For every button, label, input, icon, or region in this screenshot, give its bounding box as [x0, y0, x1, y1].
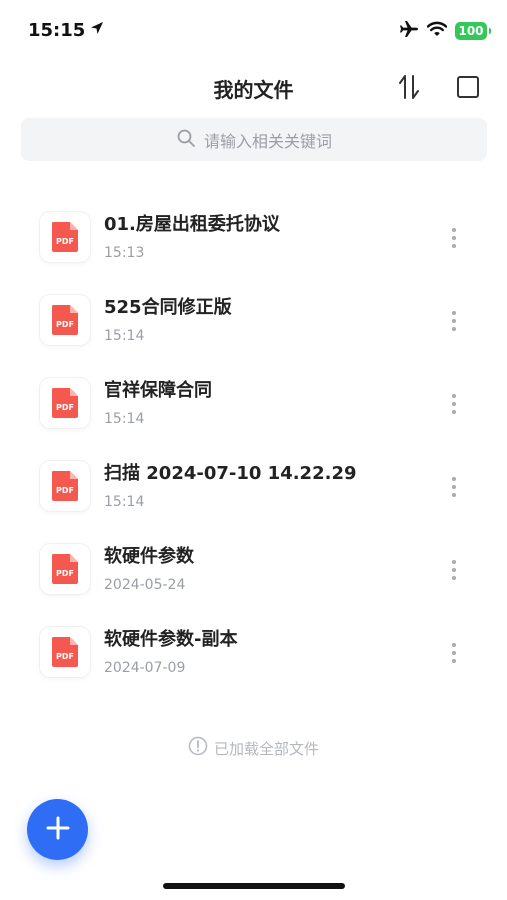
pdf-icon-label: PDF: [56, 320, 74, 329]
pdf-icon-label: PDF: [56, 237, 74, 246]
more-vertical-icon[interactable]: [446, 558, 462, 582]
search-input[interactable]: 请输入相关关键词: [21, 118, 487, 161]
pdf-icon-label: PDF: [56, 403, 74, 412]
search-placeholder: 请输入相关关键词: [203, 131, 332, 151]
pdf-icon-label: PDF: [56, 569, 74, 578]
select-icon[interactable]: [455, 74, 481, 100]
file-list-item[interactable]: PDF 525合同修正版 15:14: [0, 273, 507, 356]
footer-note-text: 已加载全部文件: [213, 739, 319, 758]
home-indicator[interactable]: [163, 883, 345, 889]
wifi-icon: [426, 21, 448, 41]
file-list-item[interactable]: PDF 软硬件参数-副本 2024-07-09: [0, 605, 507, 688]
pdf-icon-label: PDF: [56, 486, 74, 495]
file-time: 15:14: [104, 411, 145, 427]
more-vertical-icon[interactable]: [446, 226, 462, 250]
pdf-icon: PDF: [40, 544, 90, 594]
info-icon: [188, 736, 208, 760]
file-name: 软硬件参数: [104, 546, 194, 567]
pdf-icon: PDF: [40, 627, 90, 677]
file-time: 2024-07-09: [104, 660, 186, 676]
more-vertical-icon[interactable]: [446, 392, 462, 416]
file-list-item[interactable]: PDF 官祥保障合同 15:14: [0, 356, 507, 439]
status-indicators: 100: [399, 20, 491, 42]
status-bar: 15:15 100: [0, 0, 507, 60]
pdf-icon: PDF: [40, 378, 90, 428]
file-time: 15:13: [104, 245, 145, 261]
file-time: 15:14: [104, 494, 145, 510]
file-name: 官祥保障合同: [104, 380, 212, 401]
battery-indicator: 100: [455, 22, 491, 40]
file-name: 525合同修正版: [104, 297, 232, 318]
file-list-item[interactable]: PDF 扫描 2024-07-10 14.22.29 15:14: [0, 439, 507, 522]
location-arrow-icon: [89, 20, 105, 41]
more-vertical-icon[interactable]: [446, 309, 462, 333]
file-name: 01.房屋出租委托协议: [104, 214, 280, 235]
more-vertical-icon[interactable]: [446, 475, 462, 499]
file-name: 扫描 2024-07-10 14.22.29: [104, 463, 357, 484]
search-icon: [176, 128, 196, 152]
page-title: 我的文件: [213, 78, 294, 102]
pdf-icon: PDF: [40, 212, 90, 262]
footer-note: 已加载全部文件: [0, 736, 507, 760]
plus-icon: [45, 815, 71, 845]
status-time-group: 15:15: [28, 20, 105, 41]
status-time: 15:15: [28, 20, 86, 41]
sort-icon[interactable]: [396, 74, 422, 100]
pdf-icon-label: PDF: [56, 652, 74, 661]
file-name: 软硬件参数-副本: [104, 629, 238, 650]
add-file-button[interactable]: [27, 799, 88, 860]
file-time: 15:14: [104, 328, 145, 344]
pdf-icon: PDF: [40, 295, 90, 345]
header: 我的文件: [0, 62, 507, 112]
file-time: 2024-05-24: [104, 577, 186, 593]
file-list-item[interactable]: PDF 软硬件参数 2024-05-24: [0, 522, 507, 605]
more-vertical-icon[interactable]: [446, 641, 462, 665]
file-list: PDF 01.房屋出租委托协议 15:13 PDF 525合同修正版 15:14: [0, 190, 507, 688]
file-list-item[interactable]: PDF 01.房屋出租委托协议 15:13: [0, 190, 507, 273]
pdf-icon: PDF: [40, 461, 90, 511]
airplane-icon: [399, 20, 419, 42]
